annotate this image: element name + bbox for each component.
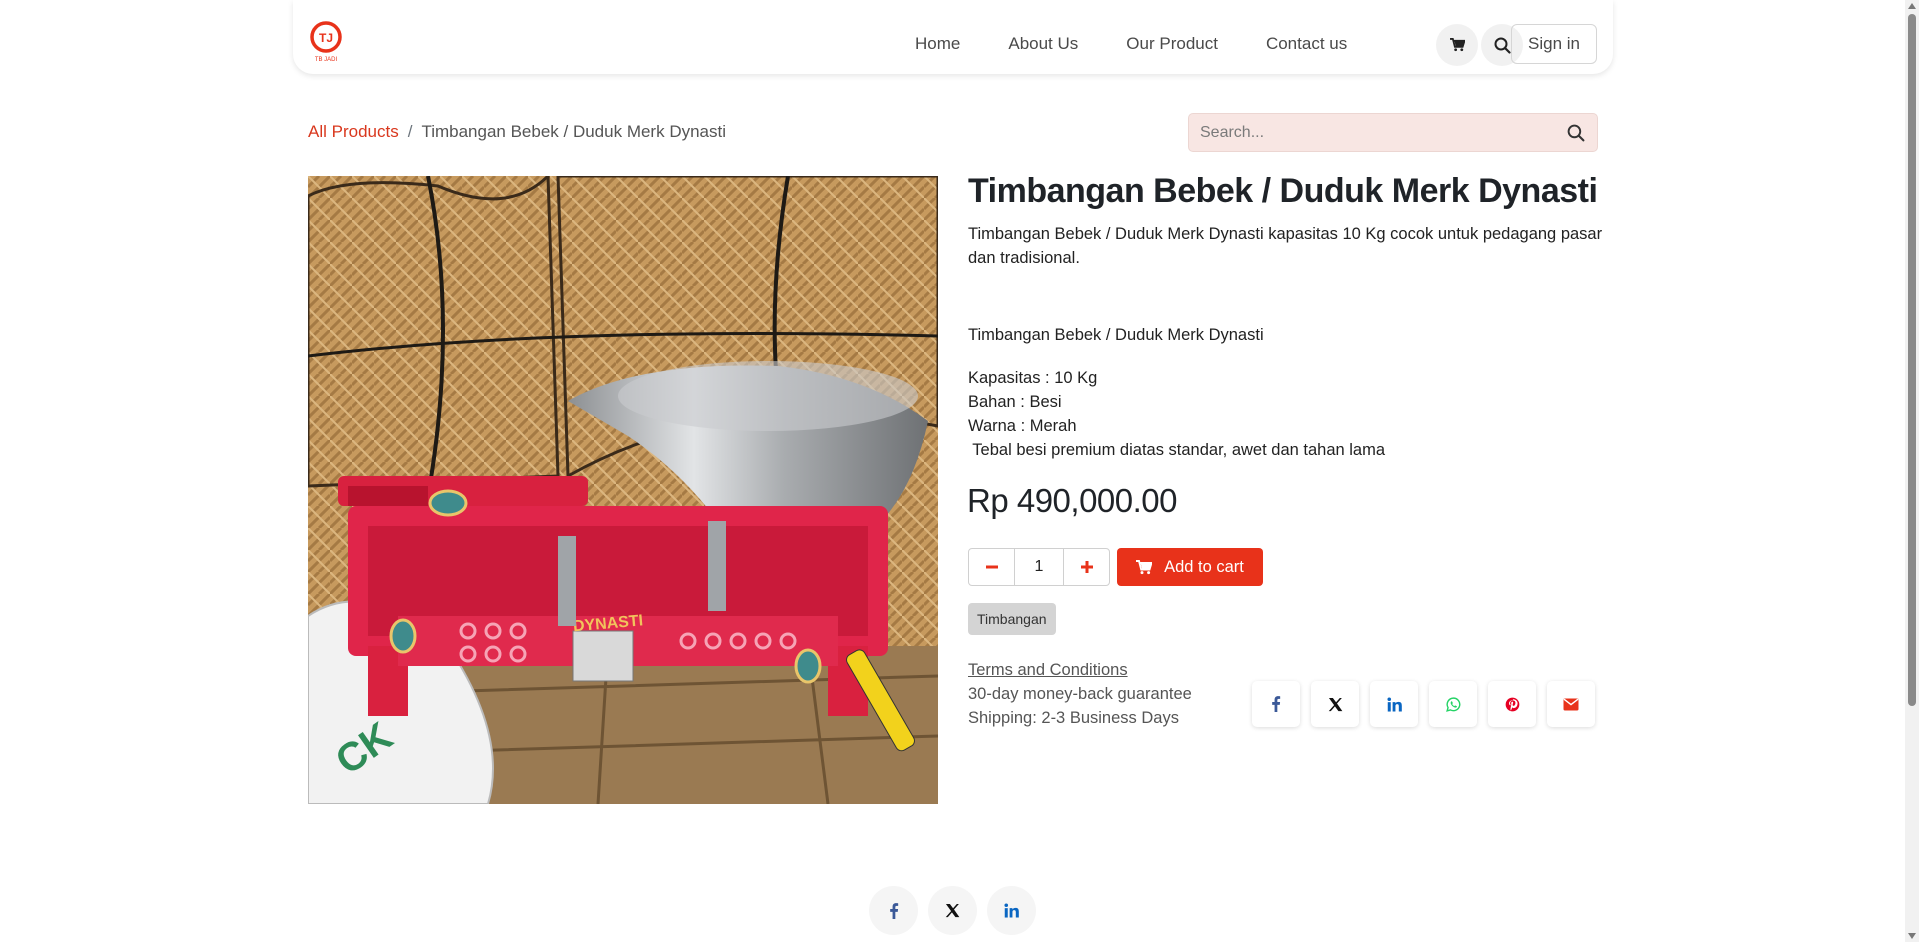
top-navbar: TJ TB JADI Home About Us Our Product Con…: [293, 0, 1613, 74]
x-twitter-icon: [945, 903, 960, 918]
plus-icon: [1080, 561, 1093, 573]
brand-logo[interactable]: TJ TB JADI: [309, 21, 343, 63]
linkedin-icon: [1004, 903, 1019, 918]
cart-icon: [1449, 38, 1465, 52]
footer-linkedin-link[interactable]: [987, 886, 1036, 935]
product-name-line: Timbangan Bebek / Duduk Merk Dynasti: [968, 326, 1264, 344]
spec-note: Tebal besi premium diatas standar, awet …: [968, 441, 1386, 459]
spec-capacity: Kapasitas : 10 Kg: [968, 369, 1098, 387]
add-to-cart-button[interactable]: Add to cart: [1117, 548, 1263, 586]
footer-social-links: [869, 886, 1036, 935]
svg-text:TJ: TJ: [319, 31, 333, 45]
scroll-down-arrow-icon[interactable]: [1908, 933, 1916, 939]
pinterest-icon: [1505, 697, 1519, 711]
search-submit-button[interactable]: [1567, 124, 1585, 142]
share-facebook-button[interactable]: [1252, 681, 1300, 727]
shipping-text: Shipping: 2-3 Business Days: [968, 709, 1179, 727]
nav-our-product[interactable]: Our Product: [1126, 34, 1218, 54]
terms-link[interactable]: Terms and Conditions: [968, 661, 1128, 680]
share-buttons: [1252, 681, 1595, 727]
facebook-icon: [889, 902, 898, 919]
search-input[interactable]: [1189, 114, 1549, 151]
share-email-button[interactable]: [1547, 681, 1595, 727]
search-icon: [1494, 37, 1511, 54]
scroll-up-arrow-icon[interactable]: [1908, 3, 1916, 9]
page-scrollbar[interactable]: [1905, 0, 1919, 942]
facebook-icon: [1272, 696, 1281, 712]
quantity-input[interactable]: [1014, 549, 1064, 585]
linkedin-icon: [1386, 696, 1402, 712]
minus-icon: [985, 565, 998, 569]
quantity-stepper: [968, 548, 1110, 586]
spec-color: Warna : Merah: [968, 417, 1077, 435]
add-to-cart-label: Add to cart: [1164, 557, 1244, 576]
spec-material: Bahan : Besi: [968, 393, 1062, 411]
product-image[interactable]: CK DYNASTI: [308, 176, 938, 804]
nav-home[interactable]: Home: [915, 34, 960, 54]
breadcrumb-all-products[interactable]: All Products: [308, 122, 399, 142]
nav-contact-us[interactable]: Contact us: [1266, 34, 1347, 54]
guarantee-text: 30-day money-back guarantee: [968, 685, 1192, 703]
svg-text:TB JADI: TB JADI: [315, 57, 338, 63]
cart-icon: [1136, 559, 1153, 574]
footer-facebook-link[interactable]: [869, 886, 918, 935]
share-linkedin-button[interactable]: [1370, 681, 1418, 727]
share-whatsapp-button[interactable]: [1429, 681, 1477, 727]
email-icon: [1563, 698, 1579, 710]
share-x-button[interactable]: [1311, 681, 1359, 727]
search-icon: [1567, 124, 1585, 142]
product-tag[interactable]: Timbangan: [968, 603, 1056, 635]
product-description: Timbangan Bebek / Duduk Merk Dynasti kap…: [968, 225, 1603, 267]
product-search: [1188, 113, 1598, 152]
x-twitter-icon: [1328, 697, 1342, 711]
share-pinterest-button[interactable]: [1488, 681, 1536, 727]
product-price: Rp 490,000.00: [967, 482, 1178, 519]
cart-button[interactable]: [1436, 24, 1478, 66]
scrollbar-thumb[interactable]: [1908, 14, 1916, 706]
breadcrumb: All Products / Timbangan Bebek / Duduk M…: [308, 122, 726, 142]
quantity-increase-button[interactable]: [1064, 549, 1109, 585]
quantity-decrease-button[interactable]: [969, 549, 1014, 585]
product-title: Timbangan Bebek / Duduk Merk Dynasti: [968, 172, 1598, 210]
footer-x-link[interactable]: [928, 886, 977, 935]
product-specs: Kapasitas : 10 Kg Bahan : Besi Warna : M…: [968, 366, 1385, 462]
sign-in-button[interactable]: Sign in: [1511, 24, 1597, 64]
nav-about-us[interactable]: About Us: [1008, 34, 1078, 54]
whatsapp-icon: [1445, 696, 1460, 712]
main-nav: Home About Us Our Product Contact us: [915, 0, 1347, 88]
breadcrumb-current: Timbangan Bebek / Duduk Merk Dynasti: [421, 122, 727, 141]
breadcrumb-separator: /: [407, 122, 413, 141]
